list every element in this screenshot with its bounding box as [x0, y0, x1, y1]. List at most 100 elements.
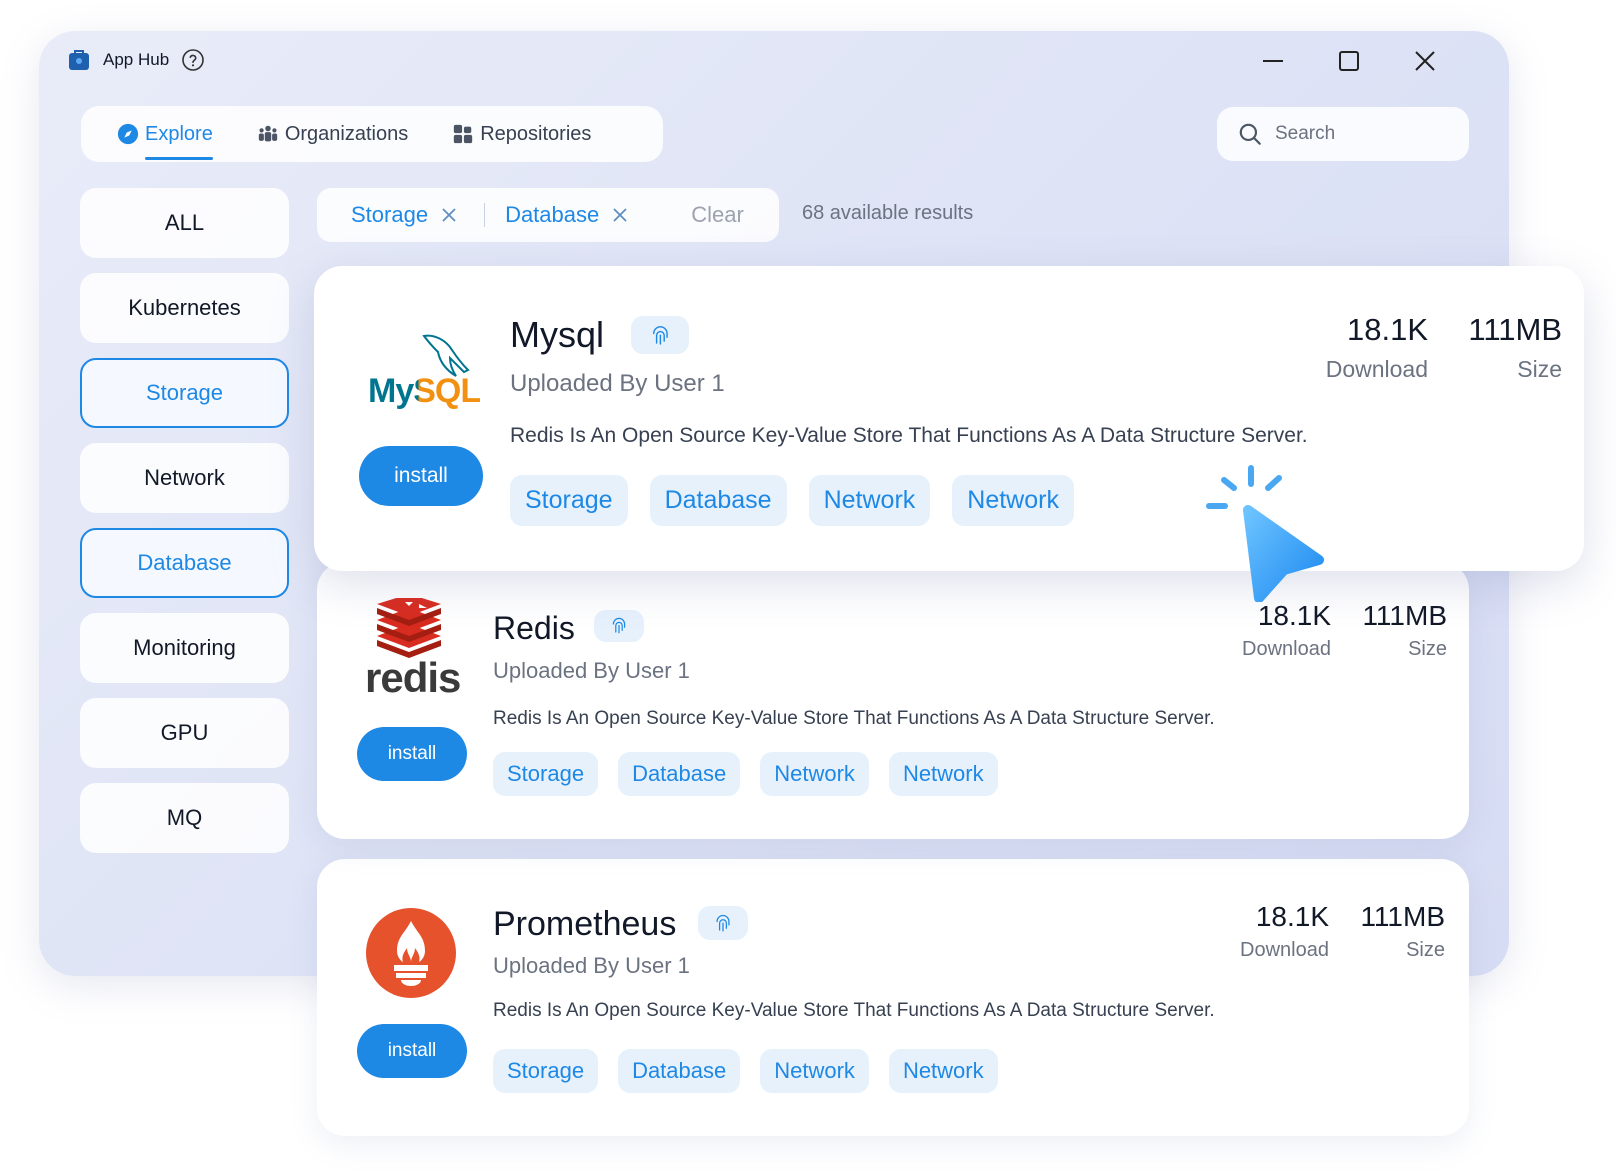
- uploader-text: Uploaded By User 1: [493, 658, 690, 683]
- blocks-icon: [454, 124, 473, 144]
- fingerprint-icon: [716, 914, 730, 932]
- tab-organizations-label: Organizations: [284, 122, 409, 145]
- download-count: 18.1K: [1255, 901, 1329, 932]
- app-description: Redis Is An Open Source Key-Value Store …: [493, 708, 1215, 729]
- size-value: 111MB: [1362, 600, 1447, 631]
- search-icon: [1239, 123, 1261, 145]
- tag-list: Storage Database Network Network: [493, 752, 998, 796]
- filter-bar: Storage Database Clear: [317, 188, 779, 242]
- tab-explore-label: Explore: [145, 122, 213, 145]
- download-label: Download: [1240, 939, 1329, 961]
- tag-storage[interactable]: Storage: [510, 475, 628, 526]
- tab-repositories-label: Repositories: [480, 122, 592, 145]
- tag-list: Storage Database Network Network: [510, 475, 1074, 526]
- category-sidebar: ALL Kubernetes Storage Network Database …: [80, 188, 289, 868]
- uploader-text: Uploaded By User 1: [510, 370, 725, 397]
- search-box[interactable]: [1217, 107, 1469, 161]
- app-logo-icon: [69, 50, 89, 70]
- tab-explore[interactable]: Explore: [117, 106, 213, 162]
- app-card-prometheus[interactable]: Prometheus Uploaded By User 1 Redis Is A…: [317, 859, 1469, 1136]
- download-label: Download: [1242, 638, 1331, 660]
- search-input[interactable]: [1275, 123, 1455, 145]
- size-value: 111MB: [1468, 312, 1562, 347]
- app-name: Mysql: [510, 314, 605, 355]
- tab-repositories[interactable]: Repositories: [452, 106, 591, 162]
- download-stat: 18.1K Download: [1242, 600, 1331, 661]
- clear-filters-button[interactable]: Clear: [691, 202, 744, 228]
- redis-wordmark: redis: [365, 654, 461, 701]
- compass-icon: [117, 123, 139, 145]
- close-icon: [1415, 51, 1435, 71]
- maximize-button[interactable]: [1333, 45, 1365, 77]
- title-bar: App Hub: [67, 45, 205, 75]
- verified-badge: [594, 610, 644, 642]
- size-stat: 111MB Size: [1360, 901, 1445, 962]
- download-label: Download: [1325, 356, 1428, 382]
- tag-network[interactable]: Network: [760, 752, 869, 796]
- sidebar-item-mq[interactable]: MQ: [80, 783, 289, 853]
- app-description: Redis Is An Open Source Key-Value Store …: [510, 424, 1308, 447]
- download-count: 18.1K: [1346, 312, 1428, 347]
- help-icon[interactable]: [181, 48, 205, 72]
- size-stat: 111MB Size: [1362, 600, 1447, 661]
- fingerprint-icon: [612, 618, 626, 634]
- tag-storage[interactable]: Storage: [493, 752, 599, 796]
- size-label: Size: [1406, 939, 1445, 961]
- maximize-icon: [1339, 51, 1359, 71]
- app-title: App Hub: [103, 50, 170, 69]
- filter-chip-label: Database: [505, 202, 600, 227]
- redis-logo-icon: [377, 598, 441, 658]
- filter-chip-label: Storage: [351, 202, 429, 227]
- tag-network[interactable]: Network: [760, 1049, 869, 1093]
- verified-badge: [698, 906, 748, 940]
- sidebar-item-database[interactable]: Database: [80, 528, 289, 598]
- tag-storage[interactable]: Storage: [493, 1049, 599, 1093]
- download-stat: 18.1K Download: [1240, 901, 1329, 962]
- size-label: Size: [1517, 356, 1562, 382]
- results-count: 68 available results: [802, 202, 974, 224]
- tag-database[interactable]: Database: [618, 1049, 741, 1093]
- sidebar-item-monitoring[interactable]: Monitoring: [80, 613, 289, 683]
- sidebar-item-storage[interactable]: Storage: [80, 358, 289, 428]
- install-button[interactable]: install: [357, 1024, 467, 1078]
- fingerprint-icon: [652, 325, 668, 345]
- close-button[interactable]: [1409, 45, 1441, 77]
- tag-network[interactable]: Network: [808, 475, 931, 526]
- tab-organizations[interactable]: Organizations: [257, 106, 408, 162]
- sidebar-item-kubernetes[interactable]: Kubernetes: [80, 273, 289, 343]
- remove-filter-icon[interactable]: [611, 206, 629, 224]
- app-description: Redis Is An Open Source Key-Value Store …: [493, 1000, 1215, 1021]
- tag-network[interactable]: Network: [888, 752, 998, 796]
- remove-filter-icon[interactable]: [440, 206, 458, 224]
- size-value: 111MB: [1360, 901, 1445, 932]
- install-button[interactable]: install: [359, 446, 483, 506]
- top-nav: Explore Organizations Repositories: [81, 106, 663, 162]
- prometheus-logo-icon: [366, 908, 456, 998]
- tag-list: Storage Database Network Network: [493, 1049, 998, 1093]
- minimize-icon: [1263, 60, 1283, 62]
- app-card-mysql[interactable]: MySQL Mysql Uploaded By User 1 Redis Is …: [314, 266, 1584, 571]
- minimize-button[interactable]: [1257, 45, 1289, 77]
- download-count: 18.1K: [1257, 600, 1331, 631]
- filter-chip-storage[interactable]: Storage: [351, 202, 458, 228]
- tag-database[interactable]: Database: [618, 752, 741, 796]
- tag-network[interactable]: Network: [952, 475, 1074, 526]
- tag-network[interactable]: Network: [888, 1049, 998, 1093]
- sidebar-item-all[interactable]: ALL: [80, 188, 289, 258]
- click-cursor-icon: [1206, 465, 1324, 602]
- install-button[interactable]: install: [357, 727, 467, 781]
- sidebar-item-network[interactable]: Network: [80, 443, 289, 513]
- size-label: Size: [1408, 638, 1447, 660]
- tag-database[interactable]: Database: [649, 475, 787, 526]
- size-stat: 111MB Size: [1468, 312, 1562, 383]
- team-icon: [258, 125, 277, 142]
- filter-chip-database[interactable]: Database: [505, 202, 629, 228]
- mysql-wordmark: MySQL: [368, 372, 481, 411]
- mysql-logo-text: MySQL: [368, 372, 481, 410]
- app-card-redis[interactable]: redis Redis Uploaded By User 1 Redis Is …: [317, 562, 1469, 839]
- verified-badge: [631, 316, 689, 354]
- app-name: Redis: [493, 610, 575, 646]
- uploader-text: Uploaded By User 1: [493, 953, 690, 978]
- download-stat: 18.1K Download: [1326, 312, 1428, 383]
- sidebar-item-gpu[interactable]: GPU: [80, 698, 289, 768]
